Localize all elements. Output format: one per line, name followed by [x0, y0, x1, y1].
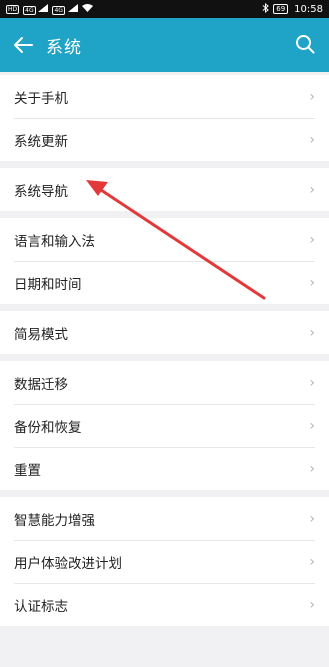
- setting-label: 日期和时间: [14, 276, 82, 293]
- setting-label: 备份和恢复: [14, 419, 82, 436]
- setting-date-time[interactable]: 日期和时间 ›: [0, 261, 329, 304]
- chevron-right-icon: ›: [309, 88, 315, 105]
- setting-data-migration[interactable]: 数据迁移 ›: [0, 361, 329, 404]
- setting-system-navigation[interactable]: 系统导航 ›: [0, 168, 329, 211]
- setting-system-update[interactable]: 系统更新 ›: [0, 118, 329, 161]
- chevron-right-icon: ›: [309, 131, 315, 148]
- signal-icon-1: 4G: [23, 3, 49, 15]
- setting-label: 认证标志: [14, 598, 68, 615]
- setting-label: 简易模式: [14, 326, 68, 343]
- wifi-icon: [81, 3, 93, 15]
- settings-group-4: 简易模式 ›: [0, 311, 329, 354]
- status-bar: HD 4G 4G 69 10:58: [0, 0, 329, 18]
- chevron-right-icon: ›: [309, 596, 315, 613]
- setting-label: 数据迁移: [14, 376, 68, 393]
- page-title: 系统: [46, 37, 82, 58]
- setting-about-phone[interactable]: 关于手机 ›: [0, 75, 329, 118]
- setting-label: 智慧能力增强: [14, 512, 95, 529]
- arrow-left-icon[interactable]: [0, 18, 46, 72]
- setting-language-input[interactable]: 语言和输入法 ›: [0, 218, 329, 261]
- chevron-right-icon: ›: [309, 231, 315, 248]
- setting-smart-enhance[interactable]: 智慧能力增强 ›: [0, 497, 329, 540]
- setting-reset[interactable]: 重置 ›: [0, 447, 329, 490]
- settings-group-2: 系统导航 ›: [0, 168, 329, 211]
- chevron-right-icon: ›: [309, 181, 315, 198]
- setting-label: 系统更新: [14, 133, 68, 150]
- chevron-right-icon: ›: [309, 324, 315, 341]
- setting-user-experience[interactable]: 用户体验改进计划 ›: [0, 540, 329, 583]
- bluetooth-icon: [262, 2, 270, 16]
- settings-group-5: 数据迁移 › 备份和恢复 › 重置 ›: [0, 361, 329, 490]
- chevron-right-icon: ›: [309, 510, 315, 527]
- chevron-right-icon: ›: [309, 417, 315, 434]
- setting-label: 关于手机: [14, 90, 68, 107]
- setting-backup-restore[interactable]: 备份和恢复 ›: [0, 404, 329, 447]
- hd-indicator: HD: [6, 4, 20, 14]
- setting-label: 重置: [14, 462, 41, 479]
- chevron-right-icon: ›: [309, 374, 315, 391]
- chevron-right-icon: ›: [309, 553, 315, 570]
- setting-label: 系统导航: [14, 183, 68, 200]
- setting-label: 用户体验改进计划: [14, 555, 122, 572]
- settings-group-1: 关于手机 › 系统更新 ›: [0, 75, 329, 161]
- settings-list: 关于手机 › 系统更新 › 系统导航 › 语言和输入法 › 日期和时间 › 简易…: [0, 72, 329, 626]
- chevron-right-icon: ›: [309, 274, 315, 291]
- chevron-right-icon: ›: [309, 460, 315, 477]
- setting-certification[interactable]: 认证标志 ›: [0, 583, 329, 626]
- status-bar-left: HD 4G 4G: [6, 3, 93, 15]
- setting-label: 语言和输入法: [14, 233, 95, 250]
- status-bar-right: 69 10:58: [262, 2, 323, 16]
- settings-group-6: 智慧能力增强 › 用户体验改进计划 › 认证标志 ›: [0, 497, 329, 626]
- signal-icon-2: 4G: [52, 3, 78, 15]
- status-time: 10:58: [294, 3, 323, 15]
- app-bar: 系统: [0, 18, 329, 72]
- search-icon[interactable]: [287, 26, 323, 62]
- settings-group-3: 语言和输入法 › 日期和时间 ›: [0, 218, 329, 304]
- battery-icon: 69: [273, 4, 289, 14]
- setting-simple-mode[interactable]: 简易模式 ›: [0, 311, 329, 354]
